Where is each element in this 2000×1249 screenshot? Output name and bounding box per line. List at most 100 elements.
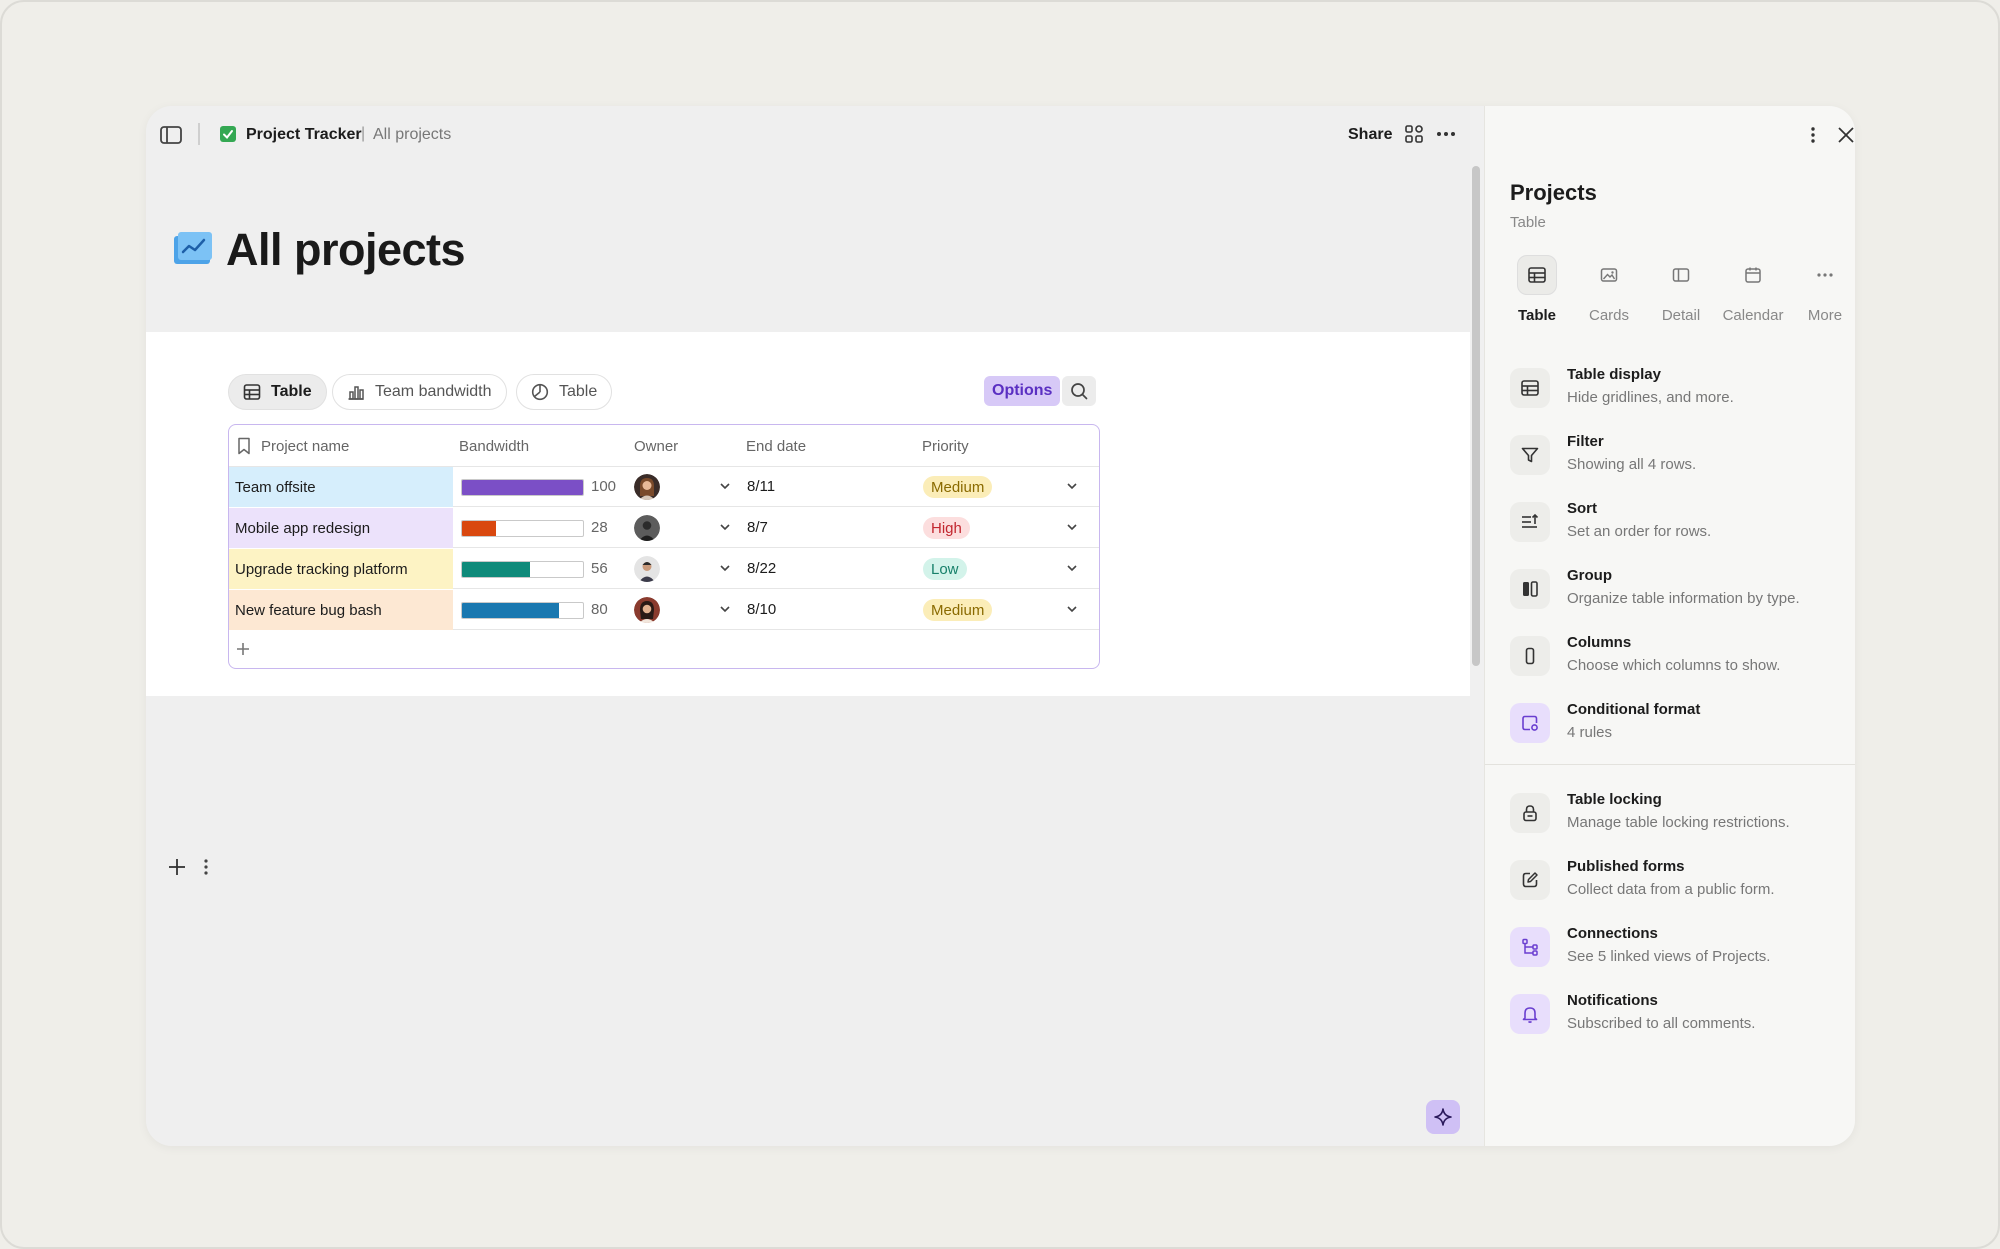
bandwidth-bar bbox=[461, 602, 584, 619]
sparkle-icon bbox=[1434, 1108, 1452, 1126]
chevron-down-icon[interactable] bbox=[720, 482, 730, 490]
drag-handle-icon[interactable] bbox=[204, 858, 208, 876]
layout-label: Calendar bbox=[1722, 307, 1784, 324]
owner-avatar[interactable] bbox=[634, 515, 660, 541]
chevron-down-icon[interactable] bbox=[1067, 523, 1077, 531]
end-date[interactable]: 8/7 bbox=[747, 519, 768, 536]
chevron-down-icon[interactable] bbox=[1067, 605, 1077, 613]
conditional-format-icon bbox=[1522, 715, 1538, 731]
layout-label: Detail bbox=[1661, 307, 1701, 324]
more-options-icon[interactable] bbox=[1436, 128, 1456, 140]
table-row[interactable]: Upgrade tracking platform 56 8/22 Low bbox=[229, 549, 1099, 589]
priority-badge[interactable]: Medium bbox=[923, 476, 993, 498]
bandwidth-bar-fill bbox=[462, 480, 583, 495]
column-header-owner[interactable]: Owner bbox=[634, 438, 678, 455]
end-date[interactable]: 8/10 bbox=[747, 601, 776, 618]
bandwidth-bar bbox=[461, 561, 584, 578]
table-row[interactable]: New feature bug bash 80 8/10 Medium bbox=[229, 590, 1099, 630]
close-icon[interactable] bbox=[1837, 126, 1855, 144]
setting-group[interactable]: Group Organize table information by type… bbox=[1510, 565, 1840, 617]
layout-option-table[interactable]: Table bbox=[1501, 251, 1573, 331]
add-block-icon[interactable] bbox=[168, 858, 186, 876]
owner-avatar[interactable] bbox=[634, 556, 660, 582]
search-icon bbox=[1071, 383, 1088, 400]
chevron-down-icon[interactable] bbox=[720, 605, 730, 613]
table-row[interactable]: Team offsite 100 8/11 Medium bbox=[229, 467, 1099, 507]
priority-badge[interactable]: Low bbox=[923, 558, 967, 580]
setting-description: Organize table information by type. bbox=[1567, 590, 1800, 607]
project-name-cell[interactable]: New feature bug bash bbox=[229, 590, 453, 630]
column-header-priority[interactable]: Priority bbox=[922, 438, 969, 455]
projects-table: Project name Bandwidth Owner End date Pr… bbox=[228, 424, 1100, 669]
column-header-bandwidth[interactable]: Bandwidth bbox=[459, 438, 529, 455]
owner-avatar[interactable] bbox=[634, 597, 660, 623]
page-title: All projects bbox=[226, 224, 466, 275]
page-icon bbox=[174, 232, 212, 264]
layout-option-detail[interactable]: Detail bbox=[1645, 251, 1717, 331]
ai-assistant-button[interactable] bbox=[1426, 1100, 1460, 1134]
setting-table-locking[interactable]: Table locking Manage table locking restr… bbox=[1510, 789, 1840, 841]
layout-label: More bbox=[1807, 307, 1843, 324]
setting-title: Conditional format bbox=[1567, 701, 1701, 718]
bandwidth-value: 28 bbox=[591, 519, 608, 536]
table-icon bbox=[1521, 380, 1539, 396]
setting-description: See 5 linked views of Projects. bbox=[1567, 948, 1771, 965]
tab-table[interactable]: Table bbox=[228, 374, 327, 410]
end-date[interactable]: 8/22 bbox=[747, 560, 776, 577]
priority-badge[interactable]: High bbox=[923, 517, 970, 539]
end-date[interactable]: 8/11 bbox=[747, 478, 775, 495]
bookmark-icon bbox=[238, 437, 250, 455]
sort-icon bbox=[1522, 513, 1539, 528]
bell-icon bbox=[1522, 1007, 1538, 1023]
bandwidth-bar-fill bbox=[462, 562, 530, 577]
setting-description: Manage table locking restrictions. bbox=[1567, 814, 1790, 831]
setting-connections[interactable]: Connections See 5 linked views of Projec… bbox=[1510, 923, 1840, 975]
setting-title: Sort bbox=[1567, 500, 1597, 517]
project-name-cell[interactable]: Team offsite bbox=[229, 467, 453, 507]
bandwidth-bar-fill bbox=[462, 521, 496, 536]
panel-title: Projects bbox=[1510, 180, 1597, 205]
priority-badge[interactable]: Medium bbox=[923, 599, 993, 621]
owner-avatar[interactable] bbox=[634, 474, 660, 500]
project-name-cell[interactable]: Mobile app redesign bbox=[229, 508, 453, 548]
layout-option-more[interactable]: More bbox=[1789, 251, 1855, 331]
bandwidth-value: 56 bbox=[591, 560, 608, 577]
setting-title: Group bbox=[1567, 567, 1612, 584]
layout-label: Table bbox=[1517, 307, 1557, 324]
chevron-down-icon[interactable] bbox=[720, 523, 730, 531]
setting-filter[interactable]: Filter Showing all 4 rows. bbox=[1510, 431, 1840, 483]
column-header-end-date[interactable]: End date bbox=[746, 438, 806, 455]
share-button[interactable]: Share bbox=[1348, 126, 1392, 144]
setting-published-forms[interactable]: Published forms Collect data from a publ… bbox=[1510, 856, 1840, 908]
tab-team-bandwidth[interactable]: Team bandwidth bbox=[332, 374, 507, 410]
ellipsis-icon bbox=[1817, 273, 1833, 277]
project-name-cell[interactable]: Upgrade tracking platform bbox=[229, 549, 453, 589]
panel-more-icon[interactable] bbox=[1811, 126, 1815, 144]
pie-chart-icon bbox=[531, 383, 549, 401]
setting-description: Showing all 4 rows. bbox=[1567, 456, 1697, 473]
tab-table-chart[interactable]: Table bbox=[516, 374, 613, 410]
setting-sort[interactable]: Sort Set an order for rows. bbox=[1510, 498, 1840, 550]
table-row[interactable]: Mobile app redesign 28 8/7 High bbox=[229, 508, 1099, 548]
chevron-down-icon[interactable] bbox=[1067, 482, 1077, 490]
setting-table-display[interactable]: Table display Hide gridlines, and more. bbox=[1510, 364, 1840, 416]
main-scrollbar[interactable] bbox=[1472, 166, 1480, 666]
setting-notifications[interactable]: Notifications Subscribed to all comments… bbox=[1510, 990, 1840, 1042]
breadcrumb-doc[interactable]: Project Tracker bbox=[246, 126, 362, 144]
breadcrumb-page[interactable]: All projects bbox=[373, 126, 451, 144]
layout-label: Cards bbox=[1588, 307, 1629, 324]
apps-icon[interactable] bbox=[1404, 124, 1424, 144]
setting-title: Columns bbox=[1567, 634, 1632, 651]
form-edit-icon bbox=[1522, 872, 1538, 888]
chevron-down-icon[interactable] bbox=[720, 564, 730, 572]
setting-columns[interactable]: Columns Choose which columns to show. bbox=[1510, 632, 1840, 684]
add-row-icon[interactable] bbox=[235, 641, 251, 657]
layout-option-cards[interactable]: Cards bbox=[1573, 251, 1645, 331]
setting-conditional-format[interactable]: Conditional format 4 rules bbox=[1510, 699, 1840, 751]
chevron-down-icon[interactable] bbox=[1067, 564, 1077, 572]
options-button[interactable]: Options bbox=[984, 376, 1061, 406]
layout-option-calendar[interactable]: Calendar bbox=[1717, 251, 1789, 331]
search-button[interactable] bbox=[1062, 376, 1096, 406]
sidebar-toggle-icon[interactable] bbox=[160, 126, 182, 144]
column-header-project-name[interactable]: Project name bbox=[261, 438, 349, 455]
